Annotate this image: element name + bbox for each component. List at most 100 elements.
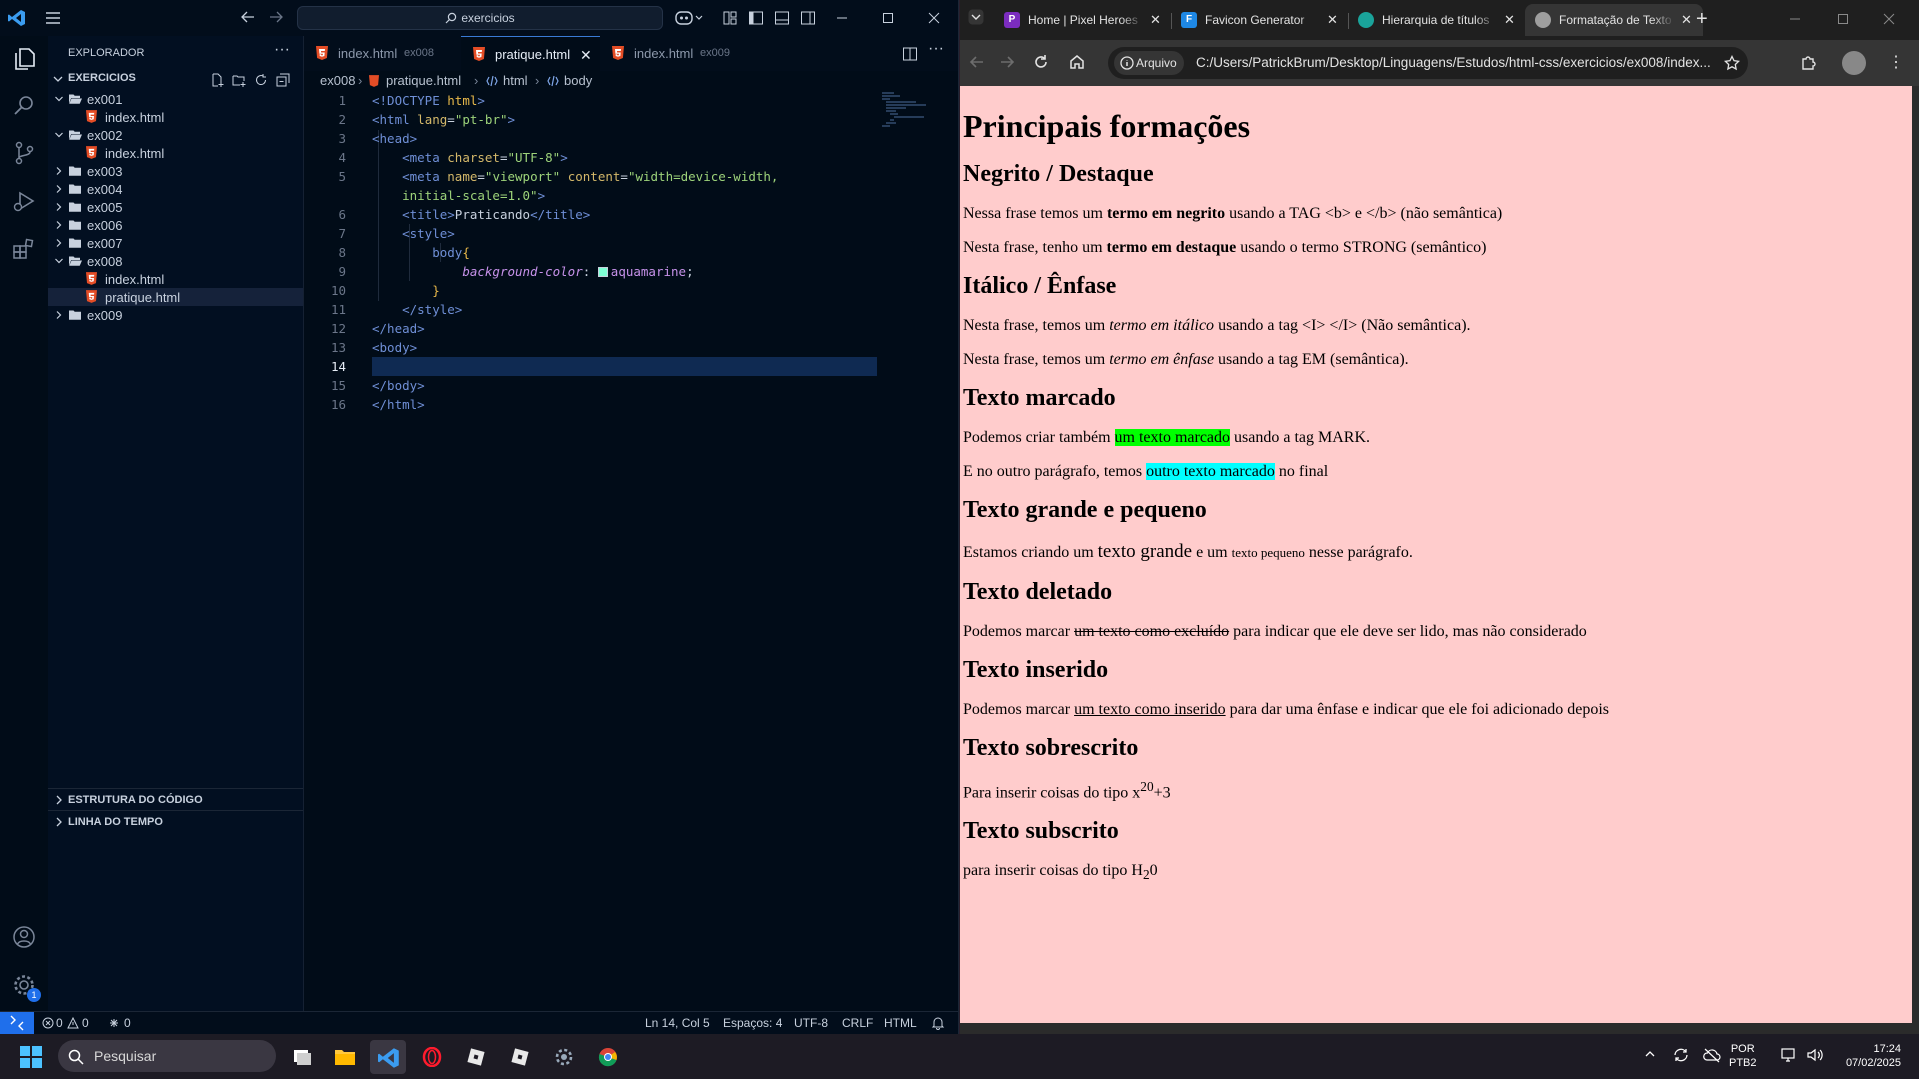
tab-close-icon[interactable]: ✕ [1504, 12, 1515, 28]
tree-folder-item[interactable]: ex007 [48, 234, 303, 252]
tab-close-icon[interactable]: ✕ [1150, 12, 1161, 28]
tree-file-item[interactable]: index.html [48, 144, 303, 162]
browser-tab[interactable]: P Home | Pixel Heroes ✕ [994, 4, 1172, 36]
new-folder-icon[interactable] [232, 73, 246, 87]
close-icon[interactable] [926, 10, 942, 26]
editor-tab-active[interactable]: pratique.html ✕ [461, 36, 600, 71]
cloud-offline-icon[interactable] [1703, 1047, 1721, 1063]
accounts-icon[interactable] [11, 924, 37, 950]
editor-tab[interactable]: index.html ex009 [600, 36, 758, 71]
volume-icon[interactable] [1806, 1047, 1824, 1063]
roblox-studio-icon[interactable] [502, 1040, 538, 1074]
language-mode[interactable]: HTML [884, 1016, 917, 1030]
tree-folder-item[interactable]: ex005 [48, 198, 303, 216]
input-language[interactable]: POR PTB2 [1729, 1042, 1757, 1070]
address-bar[interactable]: Arquivo C:/Users/PatrickBrum/Desktop/Lin… [1108, 47, 1748, 79]
collapse-all-icon[interactable] [276, 73, 290, 87]
network-icon[interactable] [1780, 1047, 1798, 1063]
refresh-icon[interactable] [254, 73, 268, 87]
tree-folder-item[interactable]: ex001 [48, 90, 303, 108]
customize-layout-icon[interactable] [722, 10, 738, 26]
code-editor[interactable]: 1 2 3 4 5 6 7 8 9 10 11 12 13 14 15 16 <!DOCTYPE html> … [304, 91, 958, 1011]
outline-section-header[interactable]: ESTRUTURA DO CÓDIGO [48, 788, 303, 810]
vscode-taskbar-icon[interactable] [370, 1040, 406, 1074]
command-center-search[interactable]: exercicios [297, 6, 663, 30]
breadcrumb-file[interactable]: pratique.html [386, 73, 461, 88]
cursor-position[interactable]: Ln 14, Col 5 [645, 1016, 710, 1030]
tree-folder-item[interactable]: ex006 [48, 216, 303, 234]
editor-tab[interactable]: index.html ex008 [304, 36, 461, 71]
color-swatch[interactable] [597, 267, 608, 277]
forward-arrow-icon[interactable] [998, 53, 1016, 71]
opera-gx-icon[interactable] [414, 1040, 450, 1074]
new-file-icon[interactable] [210, 73, 224, 87]
settings-gear-icon[interactable] [546, 1040, 582, 1074]
sync-icon[interactable] [1672, 1047, 1690, 1063]
tree-file-item[interactable]: index.html [48, 270, 303, 288]
breadcrumb-folder[interactable]: ex008 [320, 73, 355, 88]
copilot-icon[interactable] [675, 9, 705, 27]
split-editor-icon[interactable] [902, 46, 918, 62]
bookmark-star-icon[interactable] [1724, 55, 1740, 71]
breadcrumb-node[interactable]: body [564, 73, 592, 88]
encoding[interactable]: UTF-8 [794, 1016, 828, 1030]
minimize-icon[interactable] [834, 10, 850, 26]
indentation[interactable]: Espaços: 4 [723, 1016, 782, 1030]
browser-tab[interactable]: F Favicon Generator ✕ [1171, 4, 1349, 36]
tab-close-icon[interactable]: ✕ [1681, 12, 1692, 28]
toggle-secondary-sidebar-icon[interactable] [800, 10, 816, 26]
site-info-chip[interactable]: Arquivo [1114, 51, 1184, 75]
file-explorer-icon[interactable] [326, 1040, 362, 1074]
new-tab-plus-icon[interactable]: + [1696, 8, 1708, 31]
end-of-line[interactable]: CRLF [842, 1016, 873, 1030]
run-debug-icon[interactable] [11, 188, 37, 214]
clock[interactable]: 17:24 07/02/2025 [1835, 1042, 1901, 1070]
tree-folder-item[interactable]: ex003 [48, 162, 303, 180]
search-icon[interactable] [11, 93, 37, 119]
close-icon[interactable] [1882, 12, 1896, 26]
toggle-panel-icon[interactable] [774, 10, 790, 26]
maximize-icon[interactable] [880, 10, 896, 26]
toggle-primary-sidebar-icon[interactable] [748, 10, 764, 26]
tab-close-icon[interactable]: ✕ [580, 47, 592, 64]
ports-count[interactable]: 0 [124, 1016, 131, 1030]
warning-count[interactable]: 0 [82, 1016, 89, 1030]
home-icon[interactable] [1068, 53, 1086, 71]
windows-start-icon[interactable] [20, 1046, 42, 1068]
breadcrumb-node[interactable]: html [503, 73, 528, 88]
tab-close-icon[interactable]: ✕ [1327, 12, 1338, 28]
tree-folder-item[interactable]: ex009 [48, 306, 303, 324]
reload-icon[interactable] [1032, 53, 1050, 71]
forward-arrow-icon[interactable] [268, 9, 284, 25]
workspace-section-header[interactable]: EXERCICIOS [48, 70, 303, 88]
more-vertical-icon[interactable]: ⋮ [1888, 52, 1904, 72]
task-view-icon[interactable] [284, 1040, 320, 1074]
tree-folder-item[interactable]: ex008 [48, 252, 303, 270]
tab-search-icon[interactable] [968, 9, 984, 25]
taskbar-search[interactable]: Pesquisar [58, 1040, 276, 1072]
roblox-icon[interactable] [458, 1040, 494, 1074]
extensions-icon[interactable] [11, 236, 37, 262]
minimize-icon[interactable] [1788, 12, 1802, 26]
minimap[interactable] [880, 91, 940, 131]
bell-icon[interactable] [931, 1016, 945, 1030]
tree-file-item[interactable]: index.html [48, 108, 303, 126]
browser-tab[interactable]: Hierarquia de títulos ✕ [1348, 4, 1526, 36]
more-actions-icon[interactable]: ··· [274, 41, 290, 59]
extensions-puzzle-icon[interactable] [1800, 53, 1818, 71]
profile-avatar[interactable] [1842, 51, 1866, 75]
back-arrow-icon[interactable] [968, 53, 986, 71]
more-actions-icon[interactable]: ··· [928, 40, 944, 58]
hamburger-menu-icon[interactable] [44, 10, 62, 26]
remote-indicator[interactable] [0, 1012, 34, 1034]
explorer-files-icon[interactable] [11, 46, 37, 72]
source-control-icon[interactable] [11, 140, 37, 166]
tree-folder-item[interactable]: ex002 [48, 126, 303, 144]
back-arrow-icon[interactable] [240, 9, 256, 25]
tree-file-item[interactable]: pratique.html [48, 288, 303, 306]
maximize-icon[interactable] [1836, 12, 1850, 26]
timeline-section-header[interactable]: LINHA DO TEMPO [48, 810, 303, 832]
chevron-up-icon[interactable] [1643, 1047, 1657, 1061]
page-scrollbar[interactable] [1912, 86, 1919, 1023]
error-count[interactable]: 0 [56, 1016, 63, 1030]
